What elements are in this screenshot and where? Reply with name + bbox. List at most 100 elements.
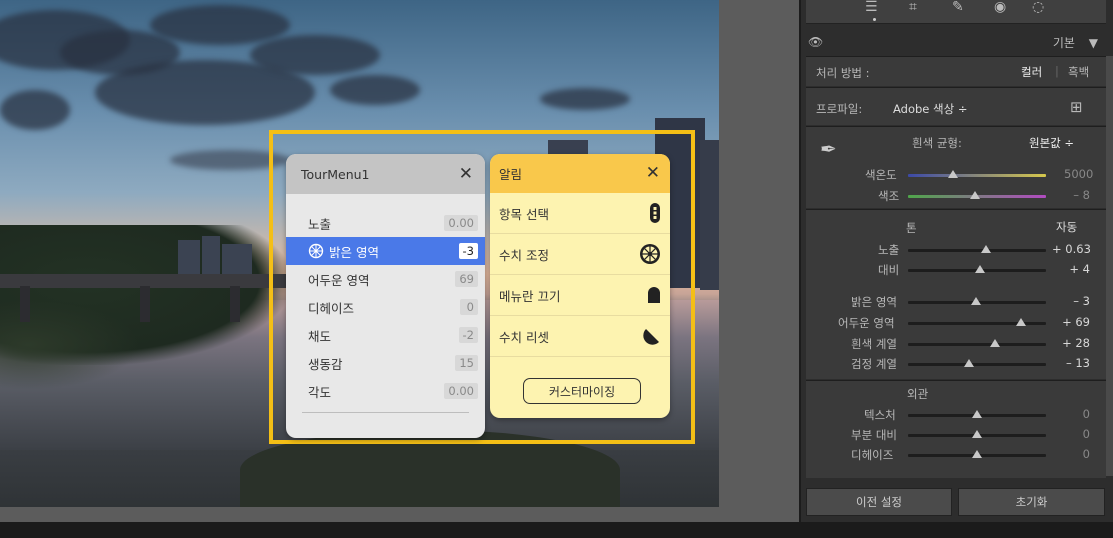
moon-icon: [643, 327, 661, 345]
customize-button[interactable]: 커스터마이징: [523, 378, 641, 404]
tint-slider-thumb[interactable]: [970, 191, 980, 199]
menu-item-saturation[interactable]: 채도 -2: [286, 321, 485, 349]
menu-item-label: 디헤이즈: [308, 300, 355, 316]
clarity-slider-thumb[interactable]: [972, 430, 982, 438]
notification-item-reset: 수치 리셋: [490, 316, 670, 357]
texture-label: 텍스처: [864, 408, 896, 422]
notification-item-label: 수치 조정: [499, 247, 549, 263]
whites-slider-track[interactable]: [908, 343, 1046, 346]
menu-item-value: 0.00: [444, 215, 478, 231]
menu-item-value: 0.00: [444, 383, 478, 399]
mask-icon[interactable]: ◌: [1032, 0, 1044, 15]
auto-button[interactable]: 자동: [1056, 219, 1077, 235]
reset-button[interactable]: 초기화: [958, 488, 1105, 516]
notification-item-menu-off: 메뉴란 끄기: [490, 275, 670, 316]
dial-icon: [639, 243, 661, 265]
section-title: 기본: [1052, 35, 1075, 50]
dial-icon: [308, 243, 324, 259]
dehaze-value[interactable]: 0: [1052, 447, 1090, 461]
notification-item-select: 항목 선택: [490, 193, 670, 234]
divider: [302, 412, 469, 413]
temp-slider-track[interactable]: [908, 174, 1046, 177]
menu-item-highlights[interactable]: 밝은 영역 -3: [286, 237, 485, 265]
shadows-value[interactable]: + 69: [1052, 315, 1090, 329]
exposure-slider-thumb[interactable]: [981, 245, 991, 253]
menu-item-label: 채도: [308, 328, 332, 344]
temp-slider-thumb[interactable]: [948, 170, 958, 178]
app-window: TourMenu1 ✕ 노출 0.00 밝은 영역 -3 어두운 영역 69 디…: [0, 0, 1113, 538]
eye-icon[interactable]: ◉: [994, 0, 1006, 15]
close-icon[interactable]: ✕: [646, 165, 660, 182]
tint-label: 색조: [878, 189, 900, 203]
temp-value[interactable]: 5000: [1064, 167, 1093, 181]
tone-title: 톤: [906, 221, 917, 235]
contrast-value[interactable]: + 4: [1052, 262, 1090, 276]
blacks-slider-track[interactable]: [908, 363, 1046, 366]
profile-select[interactable]: Adobe 색상 ÷: [893, 101, 967, 117]
notification-title: 알림: [499, 167, 523, 182]
previous-settings-button[interactable]: 이전 설정: [806, 488, 952, 516]
dehaze-slider-thumb[interactable]: [972, 450, 982, 458]
filmstrip-bar: [0, 522, 1113, 538]
wb-label: 흰색 균형:: [912, 136, 962, 150]
treatment-row: 처리 방법 : 컬러 | 흑백: [806, 56, 1106, 86]
notification-item-label: 수치 리셋: [499, 329, 549, 345]
menu-item-value: -2: [458, 327, 478, 343]
active-tool-indicator: [873, 18, 876, 21]
tone-section: 톤 자동 노출 + 0.63 대비 + 4 밝은 영역 – 3 어두운 영역 +…: [806, 209, 1106, 379]
exposure-value[interactable]: + 0.63: [1052, 242, 1091, 256]
profile-browser-icon[interactable]: ⊞: [1070, 98, 1083, 116]
highlights-label: 밝은 영역: [851, 295, 897, 309]
crop-icon[interactable]: ⌗: [909, 0, 917, 15]
texture-value[interactable]: 0: [1052, 407, 1090, 421]
menu-item-label: 노출: [308, 216, 332, 232]
whites-value[interactable]: + 28: [1052, 336, 1090, 350]
presence-section: 외관 텍스처 0 부분 대비 0 디헤이즈 0: [806, 380, 1106, 478]
notification-panel: 알림 ✕ 항목 선택 수치 조정 메뉴란 끄기 수치 리셋 커스터마이징: [490, 154, 670, 418]
treatment-bw-option[interactable]: 흑백: [1068, 64, 1089, 80]
highlights-slider-thumb[interactable]: [971, 297, 981, 305]
clarity-value[interactable]: 0: [1052, 427, 1090, 441]
close-icon[interactable]: ✕: [459, 165, 473, 183]
wb-select[interactable]: 원본값 ÷: [1029, 135, 1074, 151]
sliders-icon[interactable]: ☰: [865, 0, 878, 15]
menu-item-dehaze[interactable]: 디헤이즈 0: [286, 293, 485, 321]
menu-item-exposure[interactable]: 노출 0.00: [286, 209, 485, 237]
eyedropper-icon[interactable]: ✒: [820, 137, 837, 161]
treatment-separator: |: [1055, 64, 1059, 78]
canvas-margin: [719, 0, 799, 507]
basic-section-header[interactable]: 👁 기본 ▼: [806, 31, 1106, 53]
blacks-label: 검정 계열: [851, 357, 897, 371]
blacks-slider-thumb[interactable]: [964, 359, 974, 367]
treatment-color-option[interactable]: 컬러: [1021, 64, 1042, 80]
notification-item-label: 메뉴란 끄기: [499, 288, 561, 304]
highlights-value[interactable]: – 3: [1052, 294, 1090, 308]
tour-menu-list: 노출 0.00 밝은 영역 -3 어두운 영역 69 디헤이즈 0 채도 -2 …: [286, 194, 485, 405]
tour-menu-title: TourMenu1: [301, 166, 370, 182]
treatment-label: 처리 방법 :: [816, 66, 870, 80]
whites-slider-thumb[interactable]: [990, 339, 1000, 347]
menu-item-value: 15: [455, 355, 478, 371]
tint-value[interactable]: – 8: [1064, 188, 1090, 202]
visibility-icon[interactable]: 👁: [808, 35, 823, 49]
contrast-slider-thumb[interactable]: [975, 265, 985, 273]
tour-menu-panel: TourMenu1 ✕ 노출 0.00 밝은 영역 -3 어두운 영역 69 디…: [286, 154, 485, 438]
profile-label: 프로파일:: [816, 102, 863, 116]
menu-item-shadows[interactable]: 어두운 영역 69: [286, 265, 485, 293]
heal-icon[interactable]: ✎: [952, 0, 964, 15]
menu-item-label: 생동감: [308, 356, 343, 372]
dome-icon: [647, 286, 661, 304]
whites-label: 흰색 계열: [851, 337, 897, 351]
menu-item-vibrance[interactable]: 생동감 15: [286, 349, 485, 377]
menu-item-angle[interactable]: 각도 0.00: [286, 377, 485, 405]
panel-scrollbar[interactable]: [1106, 56, 1113, 476]
menu-item-label: 밝은 영역: [329, 244, 379, 260]
exposure-slider-track[interactable]: [908, 249, 1046, 252]
notification-item-label: 항목 선택: [499, 206, 549, 222]
clarity-label: 부분 대비: [851, 428, 897, 442]
temp-label: 색온도: [865, 168, 897, 182]
shadows-slider-thumb[interactable]: [1016, 318, 1026, 326]
blacks-value[interactable]: – 13: [1052, 356, 1090, 370]
collapse-triangle-icon[interactable]: ▼: [1089, 36, 1098, 50]
texture-slider-thumb[interactable]: [972, 410, 982, 418]
